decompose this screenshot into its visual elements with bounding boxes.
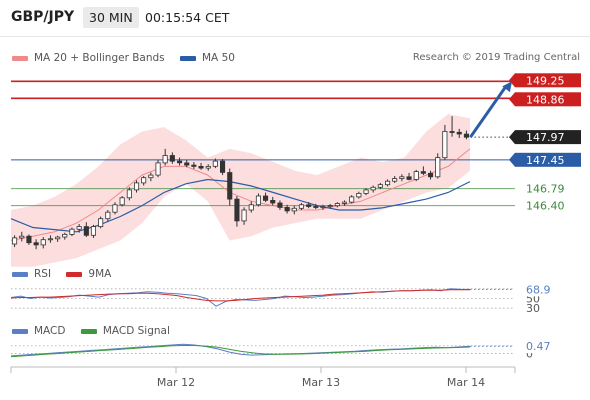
candle-body xyxy=(119,197,125,206)
candle-body xyxy=(435,157,441,178)
candle-body xyxy=(399,176,405,179)
price-label-146-79: 146.79 xyxy=(526,183,565,196)
candle-body xyxy=(155,162,161,176)
candle-body xyxy=(26,235,32,244)
candle-body xyxy=(298,204,304,209)
candle-body xyxy=(19,235,25,239)
candle-body xyxy=(327,205,333,208)
candle-body xyxy=(55,236,61,240)
candle-body xyxy=(370,186,376,191)
candle-body xyxy=(241,209,247,222)
price-label-pointer xyxy=(509,92,515,107)
candle-body xyxy=(413,171,419,180)
price-label-147-45: 147.45 xyxy=(526,154,565,167)
candle-body xyxy=(227,172,233,200)
candle-body xyxy=(420,171,426,174)
price-label-149-25: 149.25 xyxy=(526,74,565,87)
rsi-tick-label: 30 xyxy=(526,302,540,315)
candle-body xyxy=(112,204,118,213)
bollinger-band-area xyxy=(11,114,470,267)
candle-body xyxy=(363,189,369,194)
candle-body xyxy=(349,196,355,203)
candle-body xyxy=(105,211,111,220)
forecast-arrow-shaft xyxy=(469,85,508,138)
candle-body xyxy=(427,172,434,178)
candle-body xyxy=(126,189,132,199)
candle-body xyxy=(219,160,226,173)
candle-body xyxy=(11,237,18,245)
candle-body xyxy=(449,131,455,133)
candle-body xyxy=(69,228,75,235)
candle-body xyxy=(234,198,240,222)
candle-body xyxy=(90,226,97,236)
candle-body xyxy=(191,164,197,167)
price-label-147-97: 147.97 xyxy=(526,131,565,144)
x-tick-label: Mar 14 xyxy=(447,376,485,389)
macd-last-label: 0.47 xyxy=(526,340,551,353)
candle-body xyxy=(184,162,190,166)
candle-body xyxy=(62,233,68,238)
candle-body xyxy=(169,155,175,162)
chart-canvas[interactable]: 149.25 148.86 147.97 147.45 146.79 146.40 Mar … xyxy=(0,0,590,400)
candle-body xyxy=(205,165,211,169)
candle-body xyxy=(392,178,398,182)
x-tick-label: Mar 13 xyxy=(302,376,340,389)
rsi-line xyxy=(10,288,471,307)
candle-body xyxy=(176,160,183,164)
price-label-pointer xyxy=(509,130,515,145)
candle-body xyxy=(270,199,276,204)
candle-body xyxy=(306,204,312,207)
candle-body xyxy=(313,206,319,208)
candle-body xyxy=(277,202,283,208)
price-label-pointer xyxy=(509,152,515,167)
price-label-148-86: 148.86 xyxy=(526,93,565,106)
candle-body xyxy=(291,207,297,212)
rsi-last-label: 68.9 xyxy=(526,283,551,296)
candle-body xyxy=(40,239,46,246)
candle-body xyxy=(141,177,147,184)
candle-body xyxy=(98,218,104,227)
candle-body xyxy=(463,133,469,138)
candle-body xyxy=(320,206,326,208)
candle-body xyxy=(148,174,154,179)
candle-body xyxy=(384,180,391,186)
x-tick-label: Mar 12 xyxy=(157,376,195,389)
candle-body xyxy=(341,201,347,204)
candle-body xyxy=(47,238,53,241)
candle-body xyxy=(83,226,89,236)
candle-body xyxy=(76,226,82,230)
candle-body xyxy=(406,176,412,180)
candle-body xyxy=(162,155,168,164)
candle-body xyxy=(255,195,261,206)
candle-body xyxy=(334,203,340,207)
candle-body xyxy=(133,182,140,191)
candle-body xyxy=(212,160,218,167)
candle-body xyxy=(262,195,269,201)
price-label-146-40: 146.40 xyxy=(526,200,565,213)
candle-body xyxy=(456,131,462,135)
candle-body xyxy=(442,131,448,159)
candle-body xyxy=(284,206,290,212)
candle-body xyxy=(377,184,383,188)
candle-body xyxy=(356,192,362,198)
candle-body xyxy=(198,165,204,169)
candle-body xyxy=(248,204,254,211)
candle-body xyxy=(33,242,39,246)
